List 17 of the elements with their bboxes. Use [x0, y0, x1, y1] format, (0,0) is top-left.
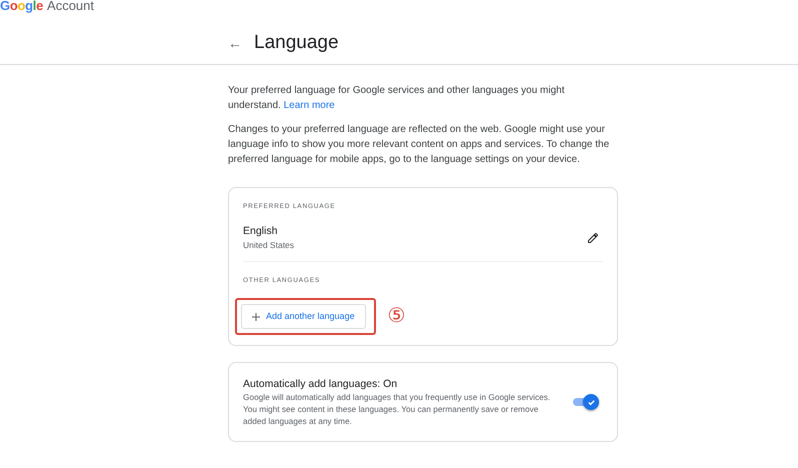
language-region: United States: [243, 239, 294, 251]
setting-description: Google will automatically add languages that you frequently use in Google services. You might see content in these languages. You can permanently save or remove added languages at any time.: [243, 391, 552, 427]
intro-text: Your preferred language for Google services and other languages you might understand. Learn more: [228, 84, 566, 113]
toggle-switch[interactable]: [573, 394, 599, 410]
page-title: Language: [254, 32, 339, 54]
product-name: Account: [47, 0, 94, 13]
language-name: English: [243, 224, 278, 239]
edit-icon[interactable]: [587, 232, 599, 244]
plus-icon: [252, 312, 260, 320]
learn-more-link[interactable]: Learn more: [284, 100, 335, 111]
setting-title: Automatically add languages: On: [243, 377, 398, 391]
logo: Google: [0, 0, 44, 13]
description-text: Changes to your preferred language are reflected on the web. Google might use your language info to show you more relevant content on apps and services. To change the preferred language for mobile apps, go to the language settings on your device.: [228, 123, 610, 167]
add-language-button[interactable]: Add another language: [241, 304, 366, 329]
step-marker: ⑤: [388, 309, 406, 324]
check-icon: [586, 398, 596, 406]
back-button[interactable]: ←: [228, 35, 242, 51]
